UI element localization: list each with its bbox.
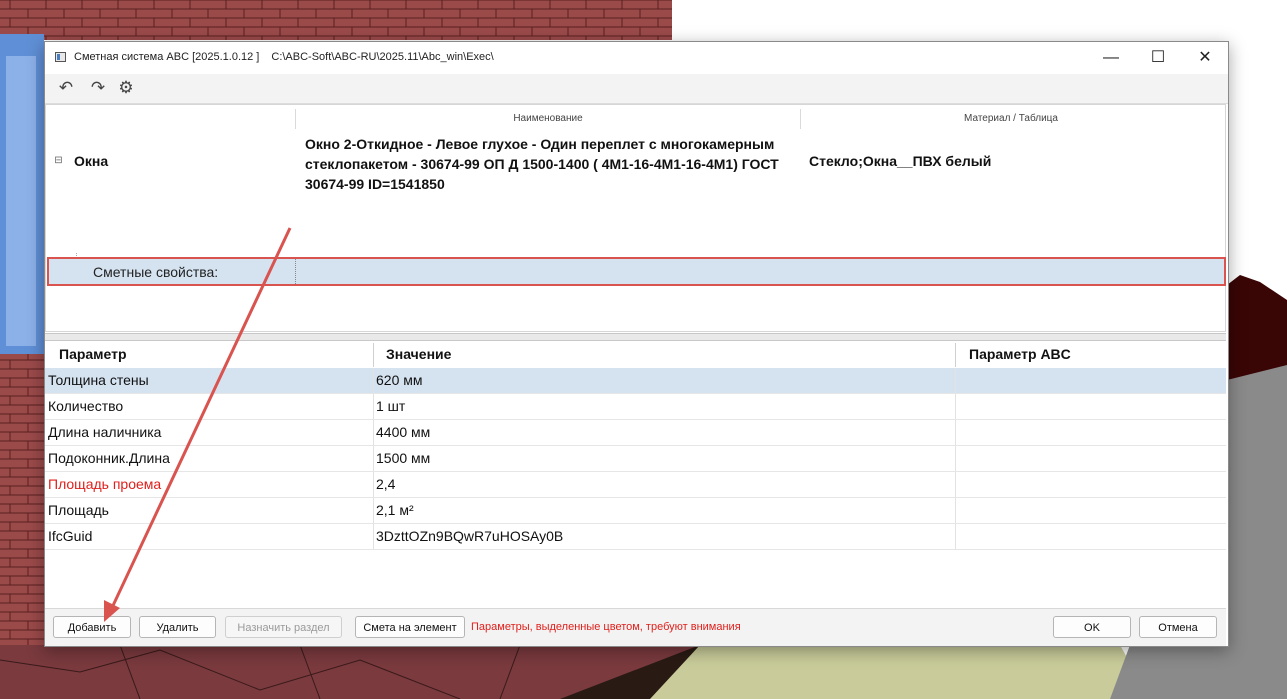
header-separator: [955, 343, 956, 367]
maximize-button[interactable]: ☐: [1135, 42, 1181, 74]
column-header-param[interactable]: Параметр: [59, 341, 127, 368]
cell-param: Длина наличника: [48, 424, 162, 440]
cell-param: Толщина стены: [48, 372, 149, 388]
cell-param: Площадь: [48, 502, 109, 518]
cell-param: Количество: [48, 398, 124, 414]
cancel-button[interactable]: Отмена: [1139, 616, 1217, 638]
cell-separator: [955, 498, 956, 523]
column-header-abc-param[interactable]: Параметр ABC: [969, 341, 1071, 368]
column-header-value[interactable]: Значение: [386, 341, 451, 368]
table-row[interactable]: Площадь проема 2,4: [45, 472, 1226, 498]
table-row[interactable]: Подоконник.Длина 1500 мм: [45, 446, 1226, 472]
column-header-material[interactable]: Материал / Таблица: [801, 109, 1221, 129]
cell-value[interactable]: 2,1 м²: [376, 498, 414, 523]
attention-hint: Параметры, выделенные цветом, требуют вн…: [471, 621, 741, 633]
cell-value[interactable]: 620 мм: [376, 368, 423, 393]
cell-value[interactable]: 2,4: [376, 472, 395, 497]
assign-section-button[interactable]: Назначить раздел: [225, 616, 342, 638]
cell-param-warning: Площадь проема: [48, 476, 162, 492]
toolbar: ↶ ↷ ⚙: [45, 74, 1228, 104]
cell-separator: [955, 420, 956, 445]
redo-icon[interactable]: ↷: [87, 78, 109, 98]
minimize-button[interactable]: —: [1088, 42, 1134, 74]
estimate-on-element-button[interactable]: Смета на элемент: [355, 616, 465, 638]
tree-row-okna-material: Стекло;Окна__ПВХ белый: [809, 153, 992, 169]
panel-splitter[interactable]: [45, 333, 1226, 341]
cell-value[interactable]: 3DzttOZn9BQwR7uHOSAy0B: [376, 524, 563, 549]
cell-value[interactable]: 1500 мм: [376, 446, 430, 471]
table-row[interactable]: Количество 1 шт: [45, 394, 1226, 420]
cell-separator: [955, 446, 956, 471]
cell-separator: [373, 498, 374, 523]
cell-separator: [373, 472, 374, 497]
delete-button[interactable]: Удалить: [139, 616, 216, 638]
cell-separator: [373, 368, 374, 393]
tree-row-smetnye-svoystva[interactable]: Сметные свойства:: [47, 257, 1226, 286]
cell-separator: [373, 394, 374, 419]
cell-separator: [373, 420, 374, 445]
collapse-icon[interactable]: ⊟: [54, 156, 63, 166]
window-title: Сметная система ABC [2025.1.0.12 ] C:\ABC…: [74, 51, 494, 63]
cell-separator: [955, 524, 956, 549]
tree-row-smetnye-label: Сметные свойства:: [93, 264, 219, 280]
properties-table: Параметр Значение Параметр ABC Толщина с…: [45, 341, 1226, 607]
bottom-button-bar: Добавить Удалить Назначить раздел Смета …: [45, 608, 1226, 646]
header-separator: [373, 343, 374, 367]
ok-button[interactable]: OK: [1053, 616, 1131, 638]
app-icon: [55, 52, 66, 62]
element-tree-grid: Наименование Материал / Таблица ⊟ Окна О…: [45, 104, 1226, 332]
cell-value[interactable]: 4400 мм: [376, 420, 430, 445]
column-separator: [295, 259, 296, 284]
column-header-name[interactable]: Наименование: [296, 109, 800, 129]
gears-icon[interactable]: ⚙: [115, 78, 137, 98]
tree-row-okna-label: Окна: [74, 153, 109, 169]
tree-row-okna[interactable]: ⊟ Окна Окно 2-Откидное - Левое глухое - …: [46, 131, 1227, 195]
undo-icon[interactable]: ↶: [55, 78, 77, 98]
table-row[interactable]: IfcGuid 3DzttOZn9BQwR7uHOSAy0B: [45, 524, 1226, 550]
cell-param: Подоконник.Длина: [48, 450, 170, 466]
estimate-dialog-window: Сметная система ABC [2025.1.0.12 ] C:\ABC…: [44, 41, 1229, 647]
table-row[interactable]: Толщина стены 620 мм: [45, 368, 1226, 394]
cell-param: IfcGuid: [48, 528, 93, 544]
window-title-name: Сметная система ABC [2025.1.0.12 ]: [74, 51, 260, 63]
cell-value[interactable]: 1 шт: [376, 394, 405, 419]
tree-row-okna-name: Окно 2-Откидное - Левое глухое - Один пе…: [305, 136, 779, 192]
cell-separator: [955, 368, 956, 393]
window-title-path: C:\ABC-Soft\ABC-RU\2025.11\Abc_win\Exec\: [271, 51, 494, 63]
close-button[interactable]: ✕: [1182, 42, 1228, 74]
table-row[interactable]: Длина наличника 4400 мм: [45, 420, 1226, 446]
title-bar: Сметная система ABC [2025.1.0.12 ] C:\ABC…: [45, 42, 1228, 74]
cell-separator: [373, 524, 374, 549]
cell-separator: [955, 472, 956, 497]
table-row[interactable]: Площадь 2,1 м²: [45, 498, 1226, 524]
add-button[interactable]: Добавить: [53, 616, 131, 638]
cell-separator: [955, 394, 956, 419]
cell-separator: [373, 446, 374, 471]
